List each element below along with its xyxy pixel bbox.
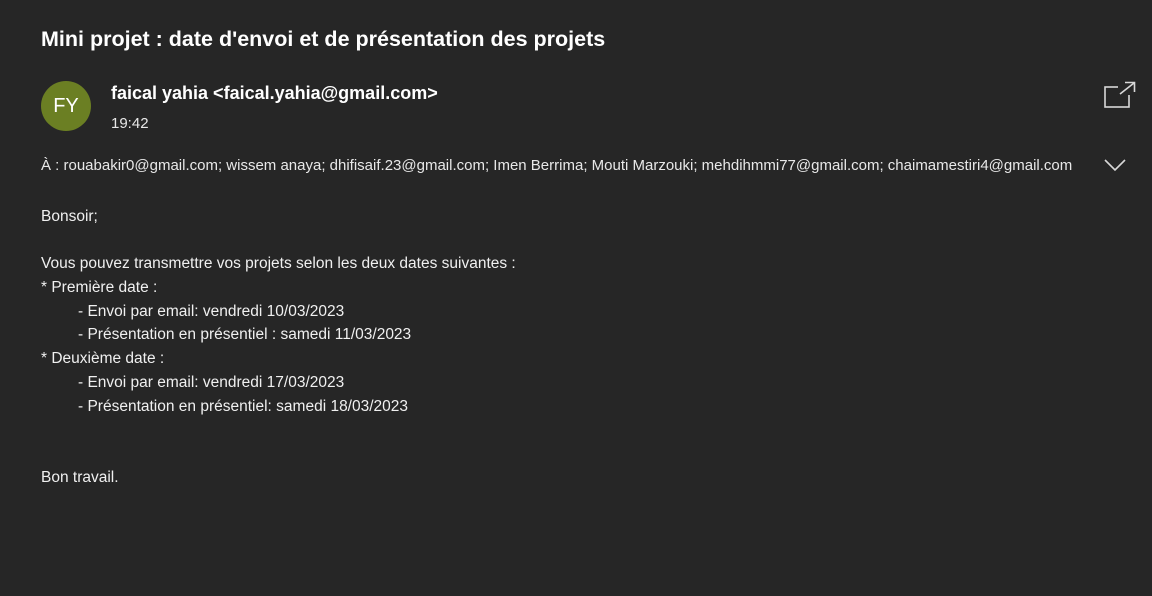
body-greeting: Bonsoir; (41, 208, 98, 225)
body-first-date: * Première date : (41, 279, 158, 297)
chevron-down-icon[interactable] (1103, 156, 1127, 174)
body-first-send: - Envoi par email: vendredi 10/03/2023 (78, 302, 345, 320)
body-second-presentation: - Présentation en présentiel: samedi 18/… (78, 397, 409, 415)
body-first-presentation: - Présentation en présentiel : samedi 11… (78, 326, 412, 344)
sent-time: 19:42 (111, 115, 149, 132)
body-intro: Vous pouvez transmettre vos projets selo… (41, 255, 516, 273)
email-body: Bonsoir; Vous pouvez transmettre vos pro… (41, 205, 1091, 489)
body-second-date: * Deuxième date : (41, 350, 165, 368)
recipients-line[interactable]: À : rouabakir0@gmail.com; wissem anaya; … (41, 157, 1087, 174)
popout-icon[interactable] (1104, 81, 1136, 109)
body-second-send: - Envoi par email: vendredi 17/03/2023 (78, 373, 345, 391)
body-closing: Bon travail. (41, 468, 119, 486)
sender-name[interactable]: faical yahia <faical.yahia@gmail.com> (111, 83, 438, 104)
email-subject: Mini projet : date d'envoi et de présent… (41, 27, 606, 51)
avatar[interactable]: FY (41, 81, 91, 131)
